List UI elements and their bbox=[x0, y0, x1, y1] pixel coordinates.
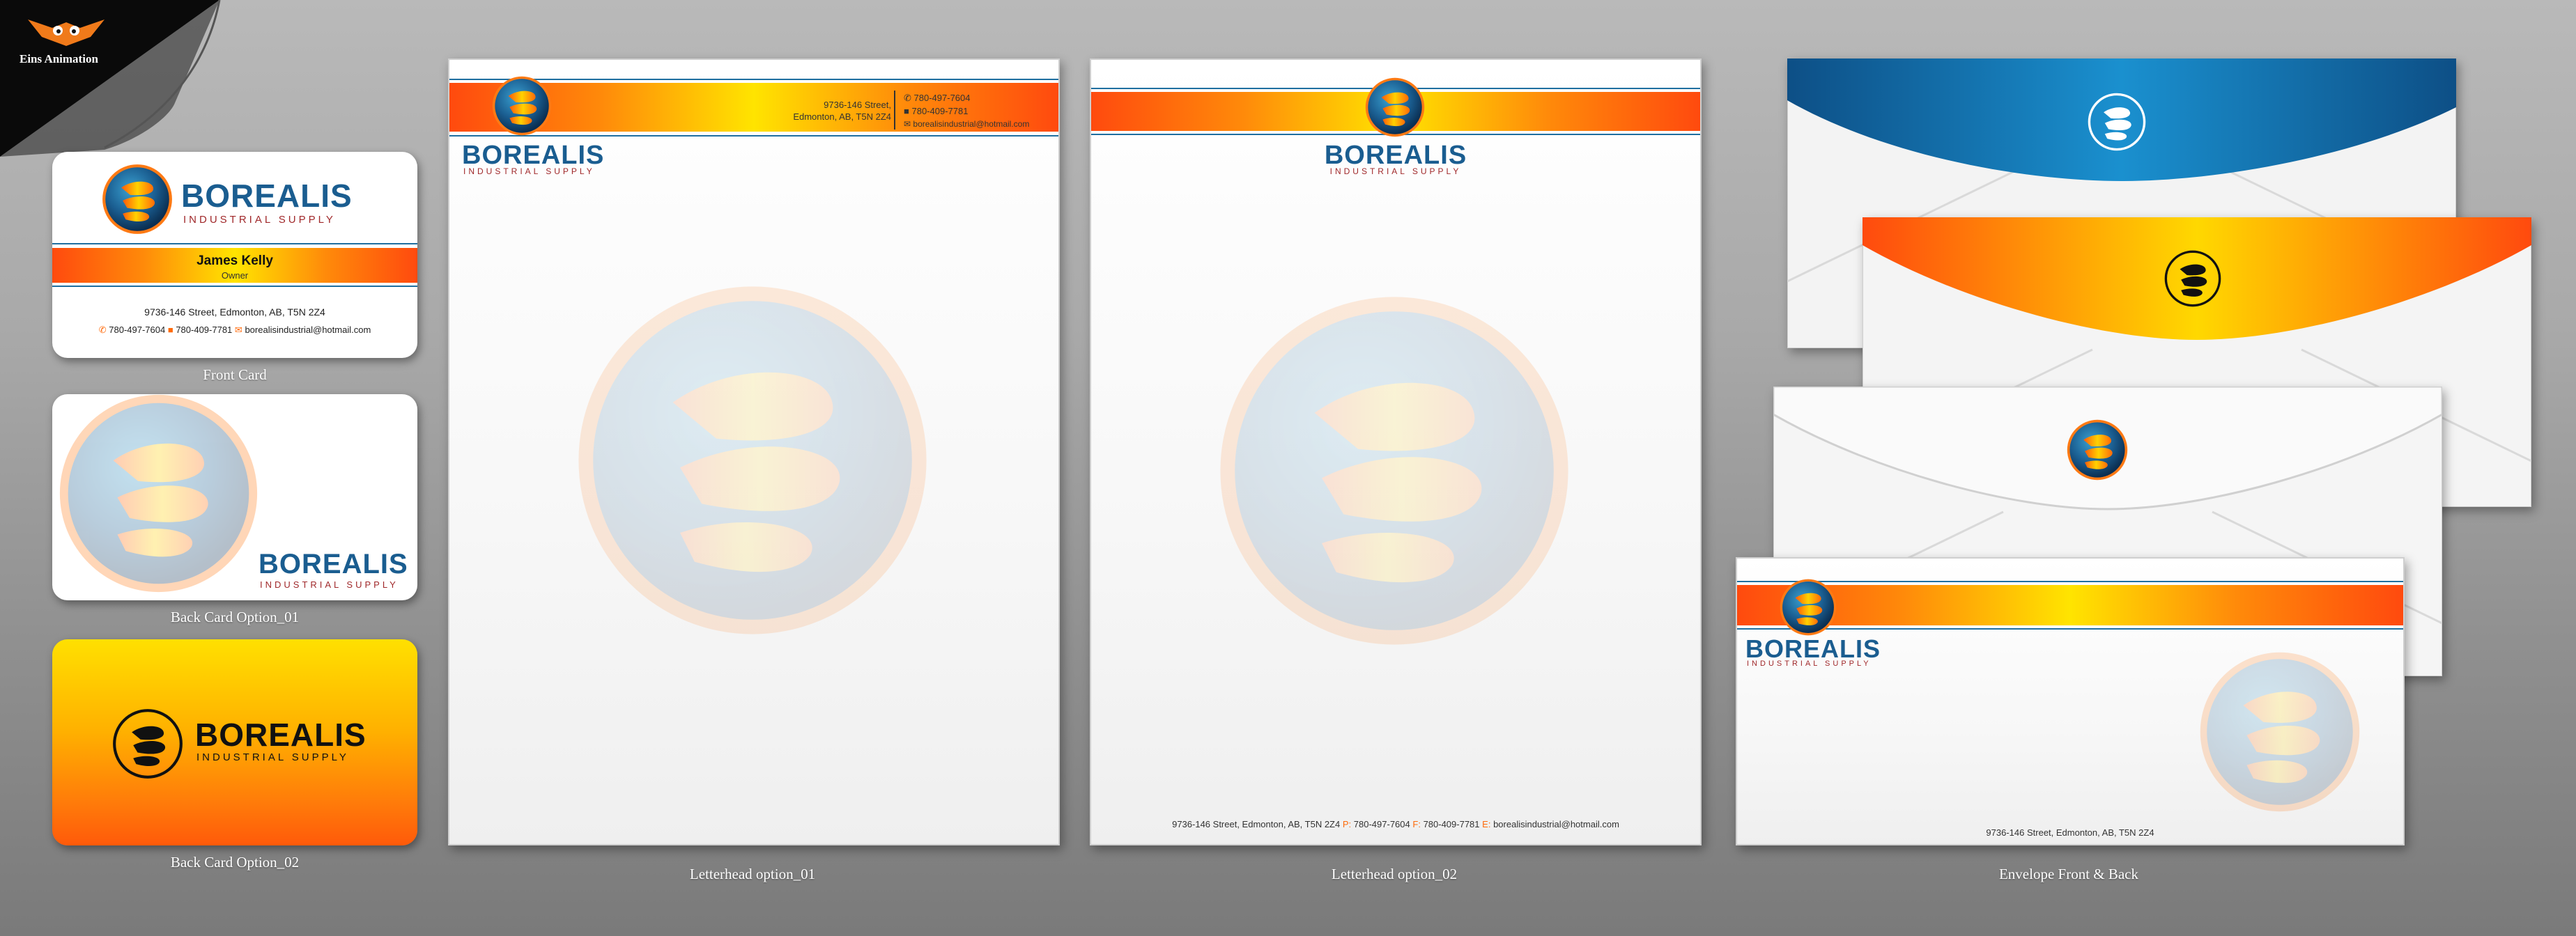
studio-name: Eins Animation bbox=[20, 52, 98, 65]
person-name: James Kelly bbox=[196, 254, 273, 268]
caption-back-card-1: Back Card Option_01 bbox=[170, 609, 300, 625]
card-contact-row: ✆ 780-497-7604 ■ 780-409-7781 ✉ borealis… bbox=[52, 325, 417, 336]
borealis-logo-icon bbox=[1213, 290, 1575, 652]
borealis-logo-icon bbox=[1779, 578, 1837, 637]
back-card-option-01: BOREALIS INDUSTRIAL SUPPLY bbox=[52, 394, 417, 600]
brand-name: BOREALIS bbox=[1745, 634, 1881, 663]
lh2-footer-e: E: bbox=[1482, 819, 1491, 829]
front-card: BOREALIS INDUSTRIAL SUPPLY James Kelly O… bbox=[52, 152, 417, 358]
envelope-address: 9736-146 Street, Edmonton, AB, T5N 2Z4 bbox=[1986, 827, 2154, 838]
borealis-logo-icon bbox=[101, 163, 173, 235]
borealis-logo-icon bbox=[491, 75, 553, 136]
lh1-email: borealisindustrial@hotmail.com bbox=[913, 119, 1030, 129]
lh2-footer-f: F: bbox=[1412, 819, 1421, 829]
caption-envelope: Envelope Front & Back bbox=[1998, 866, 2139, 882]
phone-icon: ✆ bbox=[98, 325, 107, 335]
person-title: Owner bbox=[221, 270, 249, 281]
email-icon: ✉ bbox=[234, 325, 242, 335]
brand-tagline: INDUSTRIAL SUPPLY bbox=[260, 579, 399, 590]
lh1-fax: 780-409-7781 bbox=[911, 106, 969, 116]
lh1-address-2: Edmonton, AB, T5N 2Z4 bbox=[793, 111, 891, 122]
letterhead-option-02: BOREALIS INDUSTRIAL SUPPLY 9736-146 Stre… bbox=[1090, 58, 1702, 845]
borealis-logo-icon bbox=[2066, 419, 2129, 481]
brand-tagline: INDUSTRIAL SUPPLY bbox=[196, 751, 349, 763]
caption-letterhead-2: Letterhead option_02 bbox=[1331, 866, 1458, 882]
brand-name: BOREALIS bbox=[259, 549, 408, 579]
lh1-phone: 780-497-7604 bbox=[913, 93, 971, 103]
borealis-logo-icon bbox=[56, 394, 261, 596]
borealis-logo-icon bbox=[2197, 649, 2363, 815]
card-phone: 780-497-7604 bbox=[109, 325, 166, 335]
brand-name: BOREALIS bbox=[1324, 141, 1467, 170]
email-icon: ✉ bbox=[904, 119, 911, 129]
fax-icon: ■ bbox=[904, 106, 909, 116]
card-email: borealisindustrial@hotmail.com bbox=[245, 325, 371, 335]
card-fax: 780-409-7781 bbox=[176, 325, 233, 335]
lh2-footer-phone: 780-497-7604 bbox=[1353, 819, 1410, 829]
letterhead-option-01: BOREALIS INDUSTRIAL SUPPLY 9736-146 Stre… bbox=[448, 58, 1060, 845]
lh1-address-1: 9736-146 Street, bbox=[824, 100, 891, 110]
caption-back-card-2: Back Card Option_02 bbox=[170, 854, 300, 871]
card-address: 9736-146 Street, Edmonton, AB, T5N 2Z4 bbox=[144, 306, 325, 318]
back-card-option-02: BOREALIS INDUSTRIAL SUPPLY bbox=[52, 639, 417, 845]
borealis-logo-icon bbox=[2164, 249, 2222, 308]
brand-name: BOREALIS bbox=[195, 717, 367, 753]
fax-icon: ■ bbox=[167, 325, 173, 335]
lh2-footer-p: P: bbox=[1342, 819, 1352, 829]
brand-name: BOREALIS bbox=[462, 141, 605, 170]
phone-icon: ✆ bbox=[904, 93, 911, 103]
envelope-front: BOREALIS INDUSTRIAL SUPPLY 9736-146 Stre… bbox=[1736, 557, 2405, 845]
brand-name: BOREALIS bbox=[181, 178, 353, 214]
brand-tagline: INDUSTRIAL SUPPLY bbox=[183, 214, 336, 226]
caption-front-card: Front Card bbox=[203, 366, 267, 383]
lh2-footer-address: 9736-146 Street, Edmonton, AB, T5N 2Z4 bbox=[1172, 819, 1341, 829]
brand-tagline: INDUSTRIAL SUPPLY bbox=[463, 166, 595, 176]
studio-badge: Eins Animation bbox=[0, 0, 223, 160]
borealis-logo-icon bbox=[1364, 77, 1426, 138]
borealis-logo-icon bbox=[571, 279, 934, 641]
lh2-footer-fax: 780-409-7781 bbox=[1423, 819, 1480, 829]
lh2-footer: 9736-146 Street, Edmonton, AB, T5N 2Z4 P… bbox=[1091, 818, 1700, 831]
studio-mascot-icon bbox=[24, 13, 108, 49]
borealis-logo-icon bbox=[111, 708, 184, 780]
borealis-logo-icon bbox=[2087, 92, 2147, 152]
caption-letterhead-1: Letterhead option_01 bbox=[689, 866, 816, 882]
lh2-footer-email: borealisindustrial@hotmail.com bbox=[1493, 819, 1619, 829]
brand-tagline: INDUSTRIAL SUPPLY bbox=[1747, 660, 1872, 668]
brand-tagline: INDUSTRIAL SUPPLY bbox=[1329, 166, 1462, 176]
